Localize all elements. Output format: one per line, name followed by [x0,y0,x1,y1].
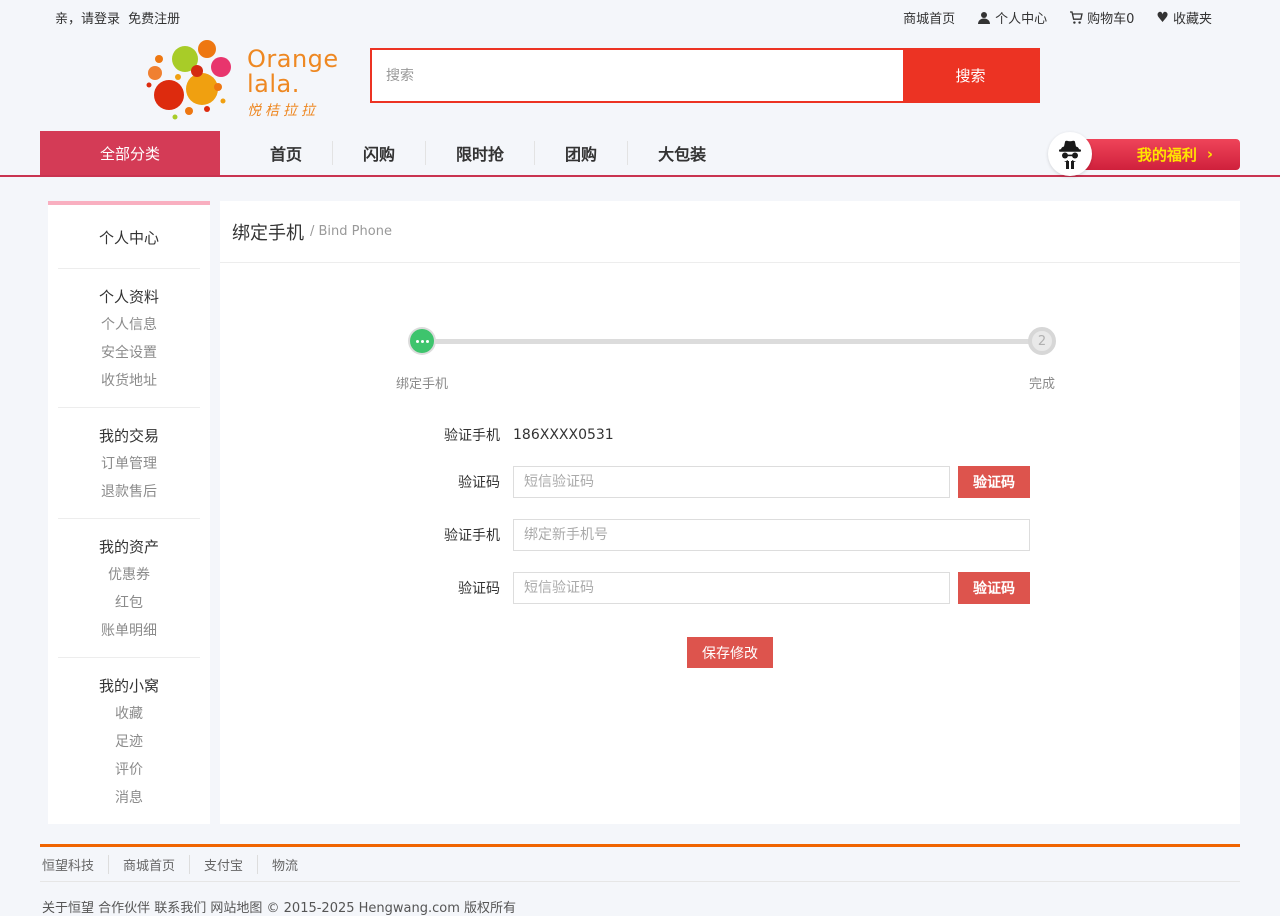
new-phone-label: 验证手机 [220,525,500,545]
mall-home-link[interactable]: 商城首页 [903,8,955,27]
chevron-right-icon: › [1207,145,1213,163]
step-2-indicator: 2 [1028,327,1056,355]
copyright-text: 关于恒望 合作伙伴 联系我们 网站地图 © 2015-2025 Hengwang… [40,882,1240,916]
main-panel: 绑定手机 / Bind Phone 2 绑定手机 完成 验证手机 186XXXX… [220,201,1240,824]
sms-code-label: 验证码 [220,472,500,492]
footer-link-logistics[interactable]: 物流 [257,855,312,874]
cart-icon [1069,11,1083,25]
sidebar-group-nest: 我的小窝 收藏 足迹 评价 消息 [48,658,210,824]
new-phone-row: 验证手机 [220,519,1240,551]
sidebar-group-profile: 个人资料 个人信息 安全设置 收货地址 [48,269,210,407]
nav-item-bulk-pack[interactable]: 大包装 [627,141,736,165]
sidebar-group-trades: 我的交易 订单管理 退款售后 [48,408,210,518]
save-changes-button[interactable]: 保存修改 [687,637,773,668]
progress-stepper: 2 绑定手机 完成 [220,327,1240,399]
avatar[interactable] [1048,132,1092,176]
sidebar-group-assets: 我的资产 优惠券 红包 账单明细 [48,519,210,657]
sidebar-item-refund-aftersale[interactable]: 退款售后 [48,478,210,506]
current-phone-row: 验证手机 186XXXX0531 [220,425,1240,445]
header: Orange lala. 悦桔拉拉 搜索 [0,35,1280,131]
save-row: 保存修改 [220,637,1240,668]
sms-code-label-2: 验证码 [220,578,500,598]
current-phone-label: 验证手机 [220,425,500,445]
sidebar-item-favorites[interactable]: 收藏 [48,700,210,728]
sidebar-item-shipping-address[interactable]: 收货地址 [48,367,210,395]
logo-line1: Orange [247,47,339,72]
bind-phone-form: 验证手机 186XXXX0531 验证码 验证码 验证手机 验证码 验证码 保存… [220,425,1240,668]
footer-link-alipay[interactable]: 支付宝 [189,855,257,874]
my-benefits-label: 我的福利 [1137,144,1197,165]
logo-subtitle: 悦桔拉拉 [247,100,339,120]
sms-code-row-2: 验证码 验证码 [220,572,1240,604]
sidebar-group-title-nest[interactable]: 我的小窝 [48,672,210,700]
favorites-link[interactable]: ♥ 收藏夹 [1156,8,1212,27]
footer-link-hengwang-tech[interactable]: 恒望科技 [42,855,108,874]
sidebar-item-order-management[interactable]: 订单管理 [48,450,210,478]
cart-link[interactable]: 购物车0 [1069,8,1134,27]
login-link[interactable]: 亲，请登录 [55,12,120,27]
page-subtitle: / Bind Phone [310,224,392,239]
footer-links: 恒望科技 商城首页 支付宝 物流 [40,847,1240,881]
page-title-bar: 绑定手机 / Bind Phone [220,201,1240,263]
heart-icon: ♥ [1156,11,1169,25]
footer-link-mall-home[interactable]: 商城首页 [108,855,189,874]
sidebar-item-coupons[interactable]: 优惠券 [48,561,210,589]
nav-item-limited-time[interactable]: 限时抢 [425,141,534,165]
get-code-button[interactable]: 验证码 [958,466,1030,498]
account-label: 个人中心 [995,8,1047,27]
sidebar: 个人中心 个人资料 个人信息 安全设置 收货地址 我的交易 订单管理 退款售后 … [48,201,210,824]
nav-item-home[interactable]: 首页 [240,141,332,165]
register-link[interactable]: 免费注册 [128,12,180,27]
step-1-active-dot-icon [410,329,434,353]
my-benefits-button[interactable]: 我的福利 › [1070,139,1240,170]
sidebar-item-footprints[interactable]: 足迹 [48,728,210,756]
nav-item-group-buy[interactable]: 团购 [534,141,627,165]
search-box: 搜索 [370,48,1040,103]
logo[interactable]: Orange lala. 悦桔拉拉 [145,37,339,129]
sidebar-item-security-settings[interactable]: 安全设置 [48,339,210,367]
sms-code-input[interactable] [513,466,950,498]
logo-line2: lala. [247,72,339,97]
footer: 恒望科技 商城首页 支付宝 物流 关于恒望 合作伙伴 联系我们 网站地图 © 2… [40,844,1240,916]
step-2-label: 完成 [1029,373,1055,392]
sidebar-item-personal-center[interactable]: 个人中心 [48,205,210,268]
main-nav: 全部分类 首页 闪购 限时抢 团购 大包装 我的福利 › [0,131,1280,177]
search-button[interactable]: 搜索 [903,50,1038,101]
new-phone-input[interactable] [513,519,1030,551]
sidebar-group-title-assets[interactable]: 我的资产 [48,533,210,561]
sidebar-group-title-profile[interactable]: 个人资料 [48,283,210,311]
sidebar-item-reviews[interactable]: 评价 [48,756,210,784]
topbar: 亲，请登录 免费注册 商城首页 个人中心 购物车0 ♥ 收藏夹 [0,0,1280,35]
account-link[interactable]: 个人中心 [977,8,1047,27]
user-icon [977,11,991,25]
get-code-button-2[interactable]: 验证码 [958,572,1030,604]
logo-text: Orange lala. 悦桔拉拉 [247,47,339,120]
step-1-label: 绑定手机 [396,373,448,392]
sidebar-item-bill-details[interactable]: 账单明细 [48,617,210,645]
favorites-label: 收藏夹 [1173,8,1212,27]
step-1-indicator [408,327,436,355]
sidebar-group-title-trades[interactable]: 我的交易 [48,422,210,450]
spy-avatar-icon [1053,137,1087,171]
topbar-login-area: 亲，请登录 免费注册 [55,8,184,27]
nav-menu: 首页 闪购 限时抢 团购 大包装 [240,131,736,175]
sidebar-item-personal-info[interactable]: 个人信息 [48,311,210,339]
topbar-links: 商城首页 个人中心 购物车0 ♥ 收藏夹 [903,8,1212,27]
all-categories-button[interactable]: 全部分类 [40,131,220,175]
nav-item-flash-sale[interactable]: 闪购 [332,141,425,165]
stepper-connector [422,339,1042,344]
page-title: 绑定手机 [232,219,304,245]
sms-code-row: 验证码 验证码 [220,466,1240,498]
benefits-wrap: 我的福利 › [1070,131,1240,177]
current-phone-value: 186XXXX0531 [513,427,614,443]
sidebar-item-red-packets[interactable]: 红包 [48,589,210,617]
sms-code-input-2[interactable] [513,572,950,604]
logo-dots-icon [145,37,233,129]
sidebar-item-messages[interactable]: 消息 [48,784,210,812]
cart-label: 购物车0 [1087,8,1134,27]
content: 个人中心 个人资料 个人信息 安全设置 收货地址 我的交易 订单管理 退款售后 … [0,201,1280,824]
search-input[interactable] [372,50,903,101]
